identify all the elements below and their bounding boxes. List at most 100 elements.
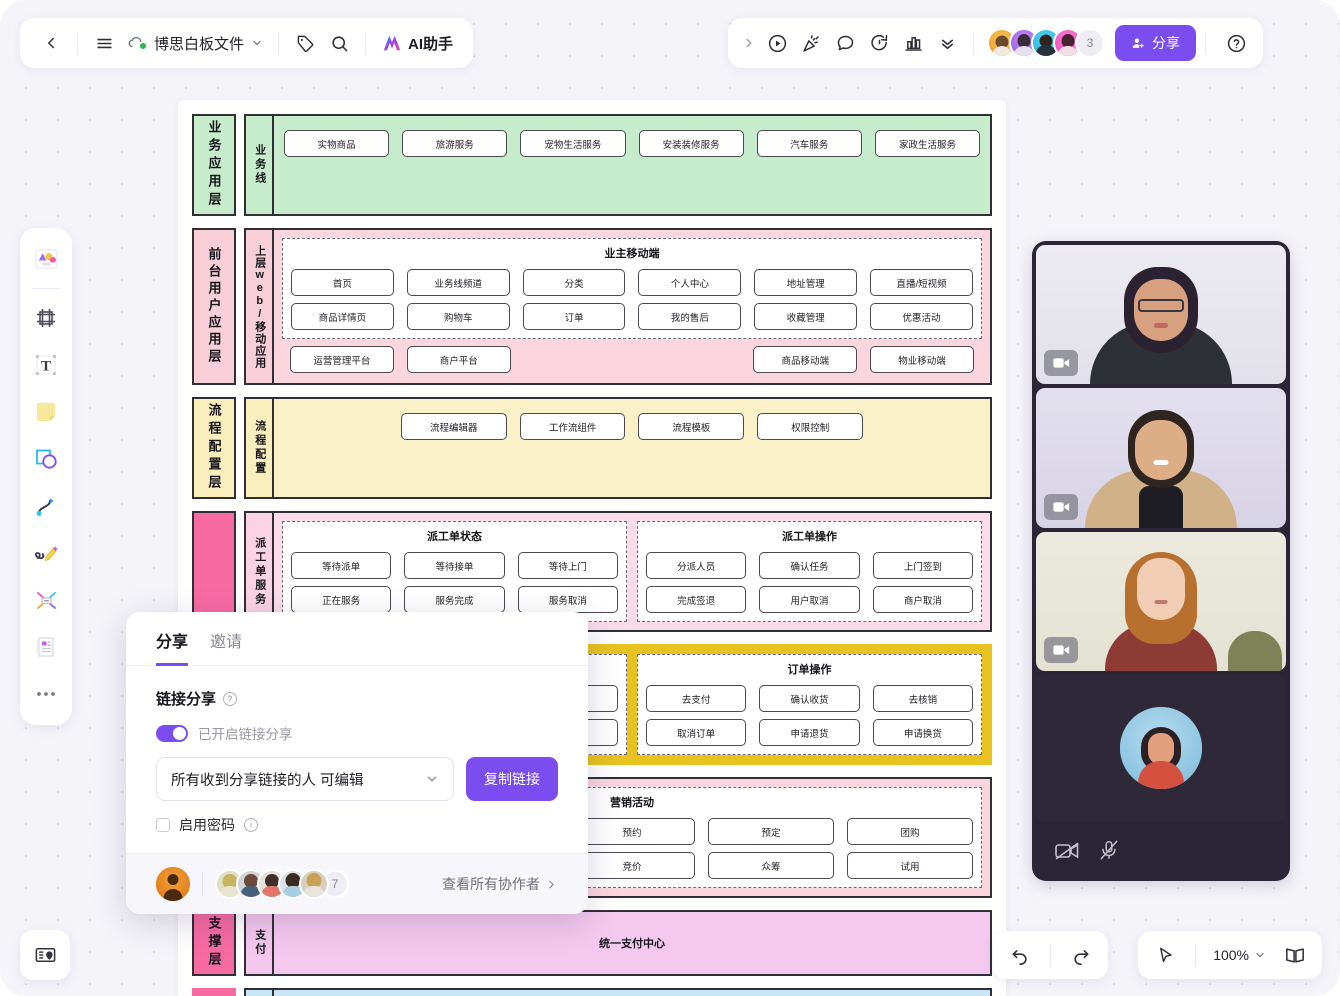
frame-icon[interactable] xyxy=(26,296,66,340)
node[interactable]: 订单 xyxy=(522,303,626,330)
node[interactable]: 服务取消 xyxy=(517,586,618,613)
node[interactable]: 权限控制 xyxy=(757,413,864,440)
video-tile-3[interactable] xyxy=(1036,531,1286,671)
camera-on-icon[interactable] xyxy=(1044,636,1078,663)
video-tile-2[interactable] xyxy=(1036,388,1286,528)
node[interactable]: 上门签到 xyxy=(872,552,973,579)
node[interactable]: 申请换货 xyxy=(872,719,973,746)
owner-avatar[interactable] xyxy=(156,867,190,901)
tab-invite[interactable]: 邀请 xyxy=(210,628,242,666)
node[interactable]: 等待上门 xyxy=(517,552,618,579)
node[interactable]: 运营管理平台 xyxy=(290,346,394,373)
tag-icon[interactable] xyxy=(288,26,322,60)
node[interactable]: 去核销 xyxy=(872,685,973,712)
ai-assistant-button[interactable]: AI助手 xyxy=(375,26,459,60)
node[interactable]: 确认收货 xyxy=(759,685,860,712)
permission-select[interactable]: 所有收到分享链接的人 可编辑 xyxy=(156,757,454,801)
cursor-pointer-icon[interactable] xyxy=(1144,937,1186,973)
hamburger-menu-icon[interactable] xyxy=(87,26,121,60)
node[interactable]: 优惠活动 xyxy=(870,303,973,330)
camera-off-icon[interactable] xyxy=(1054,840,1080,860)
node[interactable]: 确认任务 xyxy=(759,552,860,579)
node[interactable]: 商品详情页 xyxy=(291,303,394,330)
node[interactable]: 家政生活服务 xyxy=(874,130,981,157)
node[interactable]: 收藏管理 xyxy=(754,303,858,330)
vote-chart-icon[interactable] xyxy=(896,26,930,60)
pen-icon[interactable] xyxy=(26,531,66,575)
tab-share[interactable]: 分享 xyxy=(156,628,189,666)
board-row-payment[interactable]: 支撑层 支付 统一支付中心 xyxy=(192,910,992,976)
node[interactable]: 工作流组件 xyxy=(519,413,626,440)
link-share-toggle[interactable] xyxy=(156,724,188,742)
presentation-play-icon[interactable] xyxy=(760,26,794,60)
node[interactable]: 服务完成 xyxy=(404,586,505,613)
document-title-button[interactable]: 博思白板文件 xyxy=(121,26,269,60)
enable-password-checkbox[interactable] xyxy=(156,818,170,832)
redo-button[interactable] xyxy=(1060,937,1102,973)
sticky-note-icon[interactable] xyxy=(26,390,66,434)
more-options-icon[interactable] xyxy=(930,26,964,60)
board-row-frontend-user[interactable]: 前台用户应用层 上层web/移动应用 业主移动端 首页 业务线频道 分类 个人中… xyxy=(192,228,992,385)
question-circle-icon[interactable]: ? xyxy=(223,691,238,706)
node[interactable]: 个人中心 xyxy=(638,269,742,296)
node[interactable]: 旅游服务 xyxy=(402,130,508,157)
board-row-business-application[interactable]: 业务应用层 业务线 实物商品 旅游服务 宠物生活服务 安装装修服务 汽车服务 家… xyxy=(192,114,992,216)
node[interactable]: 购物车 xyxy=(406,303,510,330)
avatar[interactable] xyxy=(299,869,329,899)
undo-button[interactable] xyxy=(999,937,1041,973)
node[interactable]: 宠物生活服务 xyxy=(520,130,626,157)
text-icon[interactable]: T xyxy=(26,343,66,387)
node[interactable]: 首页 xyxy=(291,269,394,296)
board-row-process-config[interactable]: 流程配置层 流程配置 流程编辑器 工作流组件 流程模板 权限控制 xyxy=(192,397,992,499)
node[interactable]: 申请退货 xyxy=(759,719,860,746)
node[interactable]: 商户取消 xyxy=(872,586,973,613)
node[interactable]: 流程模板 xyxy=(638,413,745,440)
node[interactable]: 取消订单 xyxy=(646,719,747,746)
template-icon[interactable] xyxy=(26,625,66,669)
collaborator-avatars[interactable]: 7 xyxy=(215,869,349,899)
node[interactable]: 商品移动端 xyxy=(753,346,858,373)
node[interactable]: 预定 xyxy=(708,818,834,845)
node[interactable]: 安装装修服务 xyxy=(638,130,744,157)
expand-toolbar-button[interactable] xyxy=(738,26,760,60)
minimap-icon[interactable] xyxy=(1274,937,1316,973)
shapes-library-icon[interactable] xyxy=(26,237,66,281)
help-icon[interactable] xyxy=(1219,26,1253,60)
share-button[interactable]: 分享 xyxy=(1115,25,1196,61)
node[interactable]: 用户取消 xyxy=(759,586,860,613)
see-all-collaborators-button[interactable]: 查看所有协作者 xyxy=(442,874,558,894)
node[interactable]: 业务线频道 xyxy=(406,269,510,296)
camera-on-icon[interactable] xyxy=(1044,493,1078,520)
node[interactable]: 团购 xyxy=(847,818,973,845)
node[interactable]: 我的售后 xyxy=(638,303,742,330)
node[interactable]: 分派人员 xyxy=(646,552,747,579)
back-button[interactable] xyxy=(34,26,68,60)
zoom-level-button[interactable]: 100% xyxy=(1205,937,1274,973)
node[interactable]: 物业移动端 xyxy=(870,346,974,373)
mindmap-icon[interactable] xyxy=(26,578,66,622)
confetti-icon[interactable] xyxy=(794,26,828,60)
node[interactable]: 完成签退 xyxy=(646,586,747,613)
node[interactable]: 等待接单 xyxy=(404,552,505,579)
node[interactable]: 直播/短视频 xyxy=(870,269,973,296)
info-circle-icon[interactable]: i xyxy=(244,818,258,832)
avatar-overflow-count[interactable]: 3 xyxy=(1075,28,1105,58)
node[interactable]: 试用 xyxy=(847,852,973,879)
more-tools-icon[interactable] xyxy=(26,672,66,716)
node[interactable]: 流程编辑器 xyxy=(400,413,507,440)
search-icon[interactable] xyxy=(322,26,356,60)
node[interactable]: 正在服务 xyxy=(291,586,392,613)
node[interactable]: 地址管理 xyxy=(754,269,858,296)
connector-line-icon[interactable] xyxy=(26,484,66,528)
canvas-settings-button[interactable] xyxy=(20,930,70,980)
node[interactable]: 实物商品 xyxy=(284,130,390,157)
node[interactable]: 分类 xyxy=(522,269,626,296)
camera-on-icon[interactable] xyxy=(1044,350,1078,377)
collaborator-avatars[interactable]: 3 xyxy=(987,28,1105,58)
node[interactable]: 商户平台 xyxy=(406,346,511,373)
board-row-product[interactable]: 商品 商品发布 多规格商品 单规格商品 虚拟商品 上下架 xyxy=(192,988,992,996)
microphone-off-icon[interactable] xyxy=(1098,839,1120,861)
comment-bubble-icon[interactable] xyxy=(828,26,862,60)
video-tile-4[interactable] xyxy=(1036,674,1286,823)
timer-icon[interactable] xyxy=(862,26,896,60)
